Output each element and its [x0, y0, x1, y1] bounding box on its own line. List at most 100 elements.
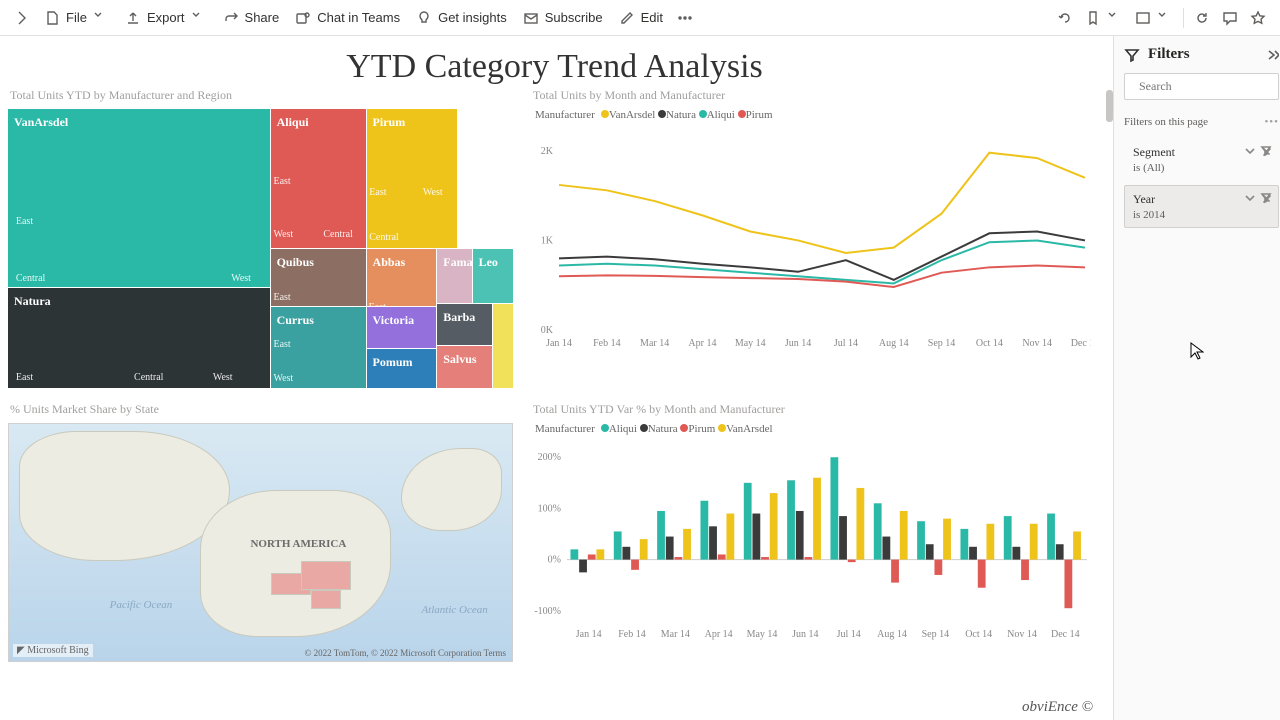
legend-item[interactable]: Natura: [648, 423, 678, 435]
bar-Natura[interactable]: [796, 511, 804, 560]
treemap-visual[interactable]: Total Units YTD by Manufacturer and Regi…: [8, 88, 513, 388]
line-series-Pirum[interactable]: [559, 266, 1085, 287]
legend-item[interactable]: Natura: [666, 109, 696, 121]
bar-Aliqui[interactable]: [874, 503, 882, 559]
clear-filter-icon[interactable]: [1260, 192, 1272, 204]
bar-Aliqui[interactable]: [700, 501, 708, 560]
legend-item[interactable]: VanArsdel: [726, 423, 772, 435]
bing-attribution[interactable]: ◤ Microsoft Bing: [13, 644, 93, 657]
bar-VanArsdel[interactable]: [640, 539, 648, 559]
chat-teams-button[interactable]: Chat in Teams: [287, 6, 408, 30]
legend-item[interactable]: Aliqui: [609, 423, 637, 435]
line-chart-visual[interactable]: Total Units by Month and Manufacturer Ma…: [531, 88, 1101, 388]
bar-Pirum[interactable]: [978, 560, 986, 588]
legend-item[interactable]: Pirum: [746, 109, 773, 121]
clear-filter-icon[interactable]: [1260, 145, 1272, 157]
filter-search[interactable]: [1124, 73, 1279, 100]
export-menu[interactable]: Export: [117, 6, 215, 30]
bar-VanArsdel[interactable]: [726, 514, 734, 560]
bar-Natura[interactable]: [709, 526, 717, 559]
bar-VanArsdel[interactable]: [813, 478, 821, 560]
bar-Aliqui[interactable]: [570, 549, 578, 559]
treemap-node[interactable]: NaturaEastCentralWest: [8, 288, 271, 388]
bar-VanArsdel[interactable]: [1073, 531, 1081, 559]
treemap-node[interactable]: QuibusEast: [271, 249, 367, 308]
bar-Natura[interactable]: [926, 544, 934, 559]
bar-Pirum[interactable]: [761, 557, 769, 560]
treemap-node[interactable]: Victoria: [367, 307, 438, 349]
bar-VanArsdel[interactable]: [683, 529, 691, 560]
bar-Natura[interactable]: [882, 537, 890, 560]
bar-Aliqui[interactable]: [1004, 516, 1012, 560]
map-visual[interactable]: % Units Market Share by State NORTH AMER…: [8, 402, 513, 662]
map-copyright[interactable]: © 2022 TomTom, © 2022 Microsoft Corporat…: [305, 648, 506, 658]
line-chart-plot[interactable]: 0K1K2KJan 14Feb 14Mar 14Apr 14May 14Jun …: [531, 127, 1091, 352]
legend-item[interactable]: VanArsdel: [609, 109, 655, 121]
scrollbar-thumb[interactable]: [1106, 90, 1113, 122]
legend-item[interactable]: Pirum: [688, 423, 715, 435]
bar-VanArsdel[interactable]: [770, 493, 778, 560]
back-button[interactable]: [8, 6, 36, 30]
legend-item[interactable]: Aliqui: [707, 109, 735, 121]
refresh-button[interactable]: [1188, 6, 1216, 30]
view-menu[interactable]: [1129, 6, 1179, 30]
bar-chart-visual[interactable]: Total Units YTD Var % by Month and Manuf…: [531, 402, 1101, 662]
bar-Natura[interactable]: [1012, 547, 1020, 560]
bookmark-menu[interactable]: [1079, 6, 1129, 30]
treemap-node[interactable]: PirumEastWestCentral: [367, 109, 458, 249]
bar-Pirum[interactable]: [1064, 560, 1072, 609]
bar-VanArsdel[interactable]: [986, 524, 994, 560]
overflow-menu[interactable]: [671, 6, 699, 30]
bar-Aliqui[interactable]: [787, 480, 795, 559]
bar-Natura[interactable]: [839, 516, 847, 560]
collapse-pane-icon[interactable]: [1265, 48, 1279, 62]
bar-Pirum[interactable]: [631, 560, 639, 570]
map-canvas[interactable]: NORTH AMERICA Pacific Ocean Atlantic Oce…: [8, 423, 513, 662]
line-series-Natura[interactable]: [559, 232, 1085, 280]
file-menu[interactable]: File: [36, 6, 117, 30]
treemap-node[interactable]: Leo: [473, 249, 513, 305]
bar-VanArsdel[interactable]: [856, 488, 864, 560]
bar-VanArsdel[interactable]: [900, 511, 908, 560]
treemap-node[interactable]: AliquiEastWestCentral: [271, 109, 367, 249]
bar-VanArsdel[interactable]: [943, 519, 951, 560]
bar-VanArsdel[interactable]: [1030, 524, 1038, 560]
bar-Natura[interactable]: [622, 547, 630, 560]
bar-chart-plot[interactable]: -100%0%100%200%Jan 14Feb 14Mar 14Apr 14M…: [531, 441, 1091, 641]
edit-button[interactable]: Edit: [611, 6, 671, 30]
bar-Aliqui[interactable]: [960, 529, 968, 560]
bar-Natura[interactable]: [969, 547, 977, 560]
chevron-down-icon[interactable]: [1244, 192, 1256, 204]
treemap-node[interactable]: Pomum: [367, 349, 438, 388]
comment-button[interactable]: [1216, 6, 1244, 30]
bar-Aliqui[interactable]: [1047, 514, 1055, 560]
bar-Aliqui[interactable]: [614, 531, 622, 559]
bar-Pirum[interactable]: [804, 557, 812, 560]
treemap-node[interactable]: [493, 304, 513, 388]
insights-button[interactable]: Get insights: [408, 6, 515, 30]
treemap-node[interactable]: Fama: [437, 249, 472, 305]
section-overflow[interactable]: •••: [1264, 116, 1279, 128]
filter-search-input[interactable]: [1137, 78, 1280, 95]
bar-Pirum[interactable]: [934, 560, 942, 575]
bar-Pirum[interactable]: [1021, 560, 1029, 580]
bar-Pirum[interactable]: [674, 557, 682, 560]
subscribe-button[interactable]: Subscribe: [515, 6, 611, 30]
treemap-node[interactable]: VanArsdelEastCentralWest: [8, 109, 271, 288]
bar-Pirum[interactable]: [718, 554, 726, 559]
bar-VanArsdel[interactable]: [596, 549, 604, 559]
line-series-VanArsdel[interactable]: [559, 153, 1085, 253]
bar-Natura[interactable]: [666, 537, 674, 560]
bar-Natura[interactable]: [1056, 544, 1064, 559]
share-button[interactable]: Share: [215, 6, 288, 30]
favorite-button[interactable]: [1244, 6, 1272, 30]
bar-Pirum[interactable]: [588, 554, 596, 559]
treemap-node[interactable]: Salvus: [437, 346, 493, 388]
bar-Aliqui[interactable]: [917, 521, 925, 559]
chevron-down-icon[interactable]: [1244, 145, 1256, 157]
bar-Aliqui[interactable]: [830, 457, 838, 559]
treemap-node[interactable]: CurrusEastWest: [271, 307, 367, 388]
reset-button[interactable]: [1051, 6, 1079, 30]
bar-Pirum[interactable]: [848, 560, 856, 563]
bar-Aliqui[interactable]: [657, 511, 665, 560]
